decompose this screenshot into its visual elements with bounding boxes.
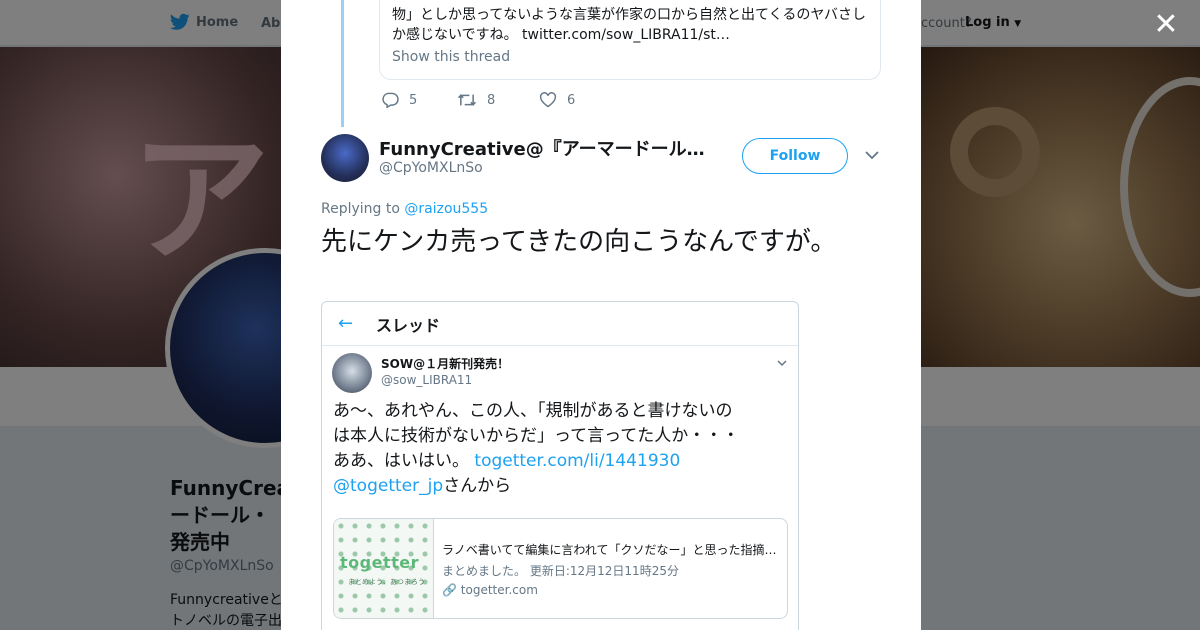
embedded-screenshot[interactable]: ← スレッド SOW@１月新刊発売！ @sow_LIBRA11 あ〜、あれやん、… [321, 301, 799, 630]
embed-text-line2: は本人に技術がないからだ」って言ってた人か・・・ [333, 426, 740, 446]
togetter-logo: togetter [340, 553, 419, 572]
author-avatar[interactable] [321, 134, 369, 182]
close-icon[interactable]: ✕ [1151, 10, 1181, 40]
quoted-tweet-link[interactable]: twitter.com/sow_LIBRA11/st… [522, 27, 730, 43]
embed-text-mention: @togetter_jp [333, 476, 444, 496]
thread-connector [341, 0, 344, 127]
reply-icon [382, 92, 399, 108]
reply-button[interactable]: 5 [381, 92, 457, 108]
chevron-down-icon[interactable] [863, 146, 881, 164]
replying-prefix: Replying to [321, 201, 400, 217]
reply-count: 5 [409, 92, 418, 108]
retweet-count: 8 [487, 92, 496, 108]
embed-tweet-text: あ〜、あれやん、この人、「規制があると書けないの は本人に技術がないからだ」って… [333, 399, 783, 499]
link-card-thumbnail: togetter まとめよう、あつまろう [334, 519, 434, 618]
show-thread-link[interactable]: Show this thread [392, 49, 868, 65]
link-card-title: ラノベ書いてて編集に言われて「クソだなー」と思った指摘… [442, 543, 777, 557]
quoted-tweet-text: 物」としか思ってないような言葉が作家の口から自然と出てくるのヤバさしか感じないで… [392, 5, 874, 45]
embed-header-title: スレッド [376, 315, 441, 335]
tweet-actions: 5 8 6 [381, 92, 575, 108]
replying-mention[interactable]: @raizou555 [404, 201, 488, 217]
link-preview-card: togetter まとめよう、あつまろう ラノベ書いてて編集に言われて「クソだな… [333, 518, 788, 619]
link-card-domain-text: togetter.com [460, 583, 538, 597]
embed-avatar [332, 353, 372, 393]
retweet-icon [457, 94, 477, 106]
embed-text-link: togetter.com/li/1441930 [474, 451, 681, 471]
tweet-text: 先にケンカ売ってきたの向こうなんですが。 [321, 227, 837, 257]
like-count: 6 [567, 92, 576, 108]
link-card-body: ラノベ書いてて編集に言われて「クソだなー」と思った指摘… まとめました。 更新日… [434, 519, 784, 618]
embed-text-line3: ああ、はいはい。 togetter.com/li/1441930 [333, 449, 783, 474]
retweet-button[interactable]: 8 [457, 92, 539, 108]
like-icon [539, 92, 557, 108]
link-card-updated: 更新日:12月12日11時25分 [529, 564, 679, 578]
back-arrow-icon: ← [338, 313, 354, 334]
author-name[interactable]: FunnyCreative@『アーマードール… [379, 135, 705, 161]
link-card-desc-prefix: まとめました。 [442, 564, 527, 578]
embed-author-name: SOW@１月新刊発売！ [381, 357, 510, 371]
embed-text-suffix: さんから [443, 476, 512, 496]
embed-text-prefix: ああ、はいはい。 [333, 451, 469, 471]
like-button[interactable]: 6 [539, 92, 575, 108]
link-icon: 🔗 [442, 583, 457, 597]
follow-button[interactable]: Follow [742, 138, 848, 174]
embed-author-handle: @sow_LIBRA11 [381, 373, 473, 387]
embed-header: ← スレッド [322, 302, 798, 346]
link-card-domain: 🔗 togetter.com [442, 583, 784, 597]
link-card-description: まとめました。 更新日:12月12日11時25分 [442, 562, 784, 579]
embed-text-line1: あ〜、あれやん、この人、「規制があると書けないの [333, 401, 733, 421]
tweet-modal: 物」としか思ってないような言葉が作家の口から自然と出てくるのヤバさしか感じないで… [281, 0, 921, 630]
embed-chevron-down-icon [777, 360, 787, 367]
togetter-tagline: まとめよう、あつまろう [348, 578, 425, 586]
author-handle[interactable]: @CpYoMXLnSo [379, 160, 483, 176]
quoted-tweet-card[interactable]: 物」としか思ってないような言葉が作家の口から自然と出てくるのヤバさしか感じないで… [379, 0, 881, 80]
embed-text-line4: @togetter_jpさんから [333, 474, 783, 499]
replying-to: Replying to @raizou555 [321, 201, 488, 217]
